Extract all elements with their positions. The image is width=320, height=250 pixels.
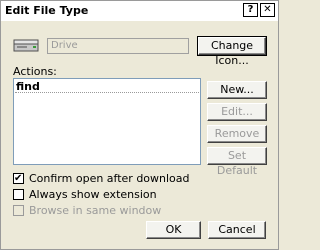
edit-file-type-dialog: Edit File Type ? ✕ Drive Change Icon... … — [0, 0, 279, 250]
drive-icon — [13, 39, 39, 52]
actions-label: Actions: — [13, 65, 57, 78]
actions-list[interactable]: find — [13, 78, 201, 165]
confirm-open-label: Confirm open after download — [29, 172, 190, 185]
edit-button[interactable]: Edit... — [207, 103, 267, 121]
browse-same-window-checkbox[interactable] — [13, 205, 24, 216]
cancel-label: Cancel — [218, 223, 256, 236]
title-bar: Edit File Type ? ✕ — [1, 1, 278, 21]
new-button[interactable]: New... — [207, 81, 267, 99]
change-icon-button[interactable]: Change Icon... — [197, 36, 267, 67]
confirm-open-checkbox[interactable]: ✔ — [13, 173, 24, 184]
remove-label: Remove — [214, 127, 260, 140]
remove-button[interactable]: Remove — [207, 125, 267, 143]
checkmark-icon: ✔ — [14, 173, 23, 184]
list-item[interactable]: find — [15, 80, 199, 93]
action-find: find — [16, 80, 40, 93]
always-show-extension-checkbox[interactable] — [13, 189, 24, 200]
cancel-button[interactable]: Cancel — [208, 221, 266, 239]
set-default-label: Set Default — [216, 149, 258, 177]
new-label: New... — [220, 83, 254, 96]
close-icon: ✕ — [263, 4, 272, 15]
ok-label: OK — [165, 223, 182, 236]
file-type-name-value: Drive — [51, 40, 78, 51]
set-default-button[interactable]: Set Default — [207, 147, 267, 177]
edit-label: Edit... — [221, 105, 253, 118]
browse-same-window-label: Browse in same window — [29, 204, 162, 217]
change-icon-label: Change Icon... — [210, 39, 254, 67]
help-icon: ? — [247, 4, 254, 15]
help-button[interactable]: ? — [243, 3, 258, 17]
ok-button[interactable]: OK — [146, 221, 201, 239]
always-show-extension-label: Always show extension — [29, 188, 157, 201]
dialog-title: Edit File Type — [5, 4, 89, 17]
file-type-name-field[interactable]: Drive — [47, 38, 189, 54]
close-button[interactable]: ✕ — [260, 3, 275, 17]
